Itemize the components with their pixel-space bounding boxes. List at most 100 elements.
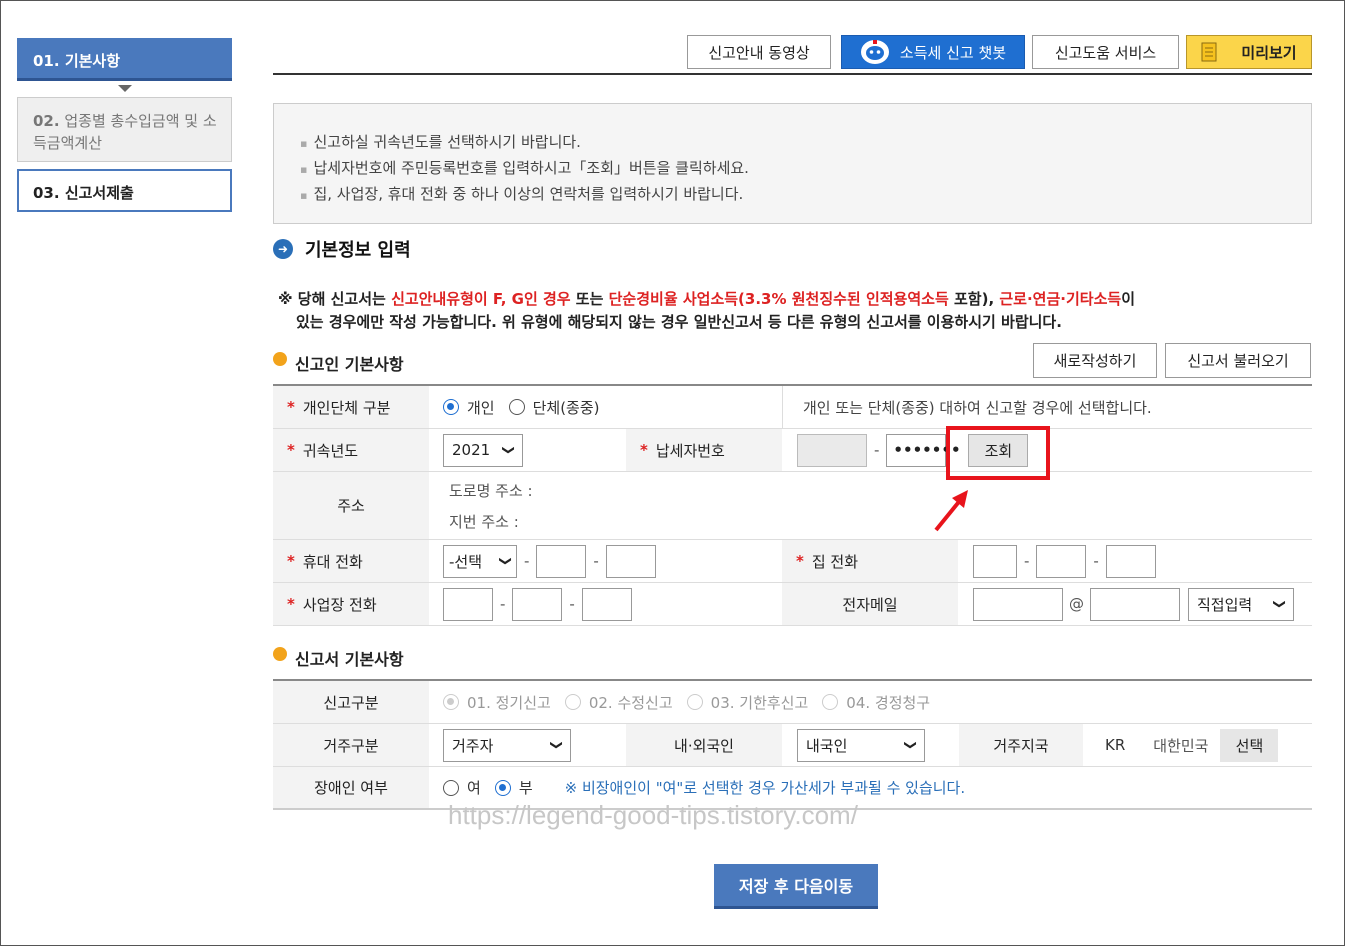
select-value: 2021 <box>452 441 491 459</box>
radio-late[interactable] <box>686 694 703 710</box>
radio-individual[interactable] <box>443 399 459 415</box>
step-label: 기본사항 <box>64 52 121 70</box>
load-form-button[interactable]: 신고서 불러오기 <box>1165 343 1311 378</box>
year-cell: 2021 ❯ <box>443 429 523 471</box>
select-value: 내국인 <box>806 736 848 755</box>
sidebar-step-income[interactable]: 02. 업종별 총수입금액 및 소득금액계산 <box>17 97 232 162</box>
region-code: KR <box>1105 736 1126 754</box>
home-last-input[interactable] <box>1105 544 1156 578</box>
field-label: 내·외국인 <box>626 724 782 766</box>
email-domain-input[interactable] <box>1090 587 1180 621</box>
field-label: 전자메일 <box>782 583 958 625</box>
mobile-cell: -선택 ❯ - - <box>443 540 656 582</box>
notice-highlight: 근로·연금·기타소득 <box>999 290 1122 308</box>
field-label: 주소 <box>273 472 429 539</box>
filer-type-row: * 개인단체 구분 개인 단체(종중) 개인 또는 단체(종중) 대하여 신고할 … <box>273 386 1312 429</box>
field-label: * 개인단체 구분 <box>273 386 429 428</box>
field-label: * 납세자번호 <box>626 429 782 471</box>
biz-mid-input[interactable] <box>512 587 563 621</box>
chevron-down-icon: ❯ <box>498 555 513 567</box>
bullet-icon <box>273 352 287 366</box>
email-at: @ <box>1069 595 1084 613</box>
label-text: 귀속년도 <box>302 441 359 460</box>
field-label: * 사업장 전화 <box>273 583 429 625</box>
filer-type-description: 개인 또는 단체(종중) 대하여 신고할 경우에 선택합니다. <box>782 386 1312 428</box>
report-kind-row: 신고구분 01. 정기신고 02. 수정신고 03. 기한후신고 04. 경정청… <box>273 681 1312 724</box>
select-value: 거주자 <box>452 736 494 755</box>
email-cell: @ 직접입력 ❯ <box>973 583 1294 625</box>
mobile-last-input[interactable] <box>605 544 656 578</box>
step-down-arrow-icon <box>118 85 132 92</box>
biz-last-input[interactable] <box>581 587 632 621</box>
year-select[interactable]: 2021 ❯ <box>443 433 523 467</box>
field-label: 신고구분 <box>273 681 429 723</box>
step-label: 신고서제출 <box>64 184 134 202</box>
radio-correction[interactable] <box>822 694 839 710</box>
radio-label: 03. 기한후신고 <box>710 693 809 712</box>
notice-text: 있는 경우에만 작성 가능합니다. 위 유형에 해당되지 않는 경우 일반신고서… <box>296 313 1062 331</box>
region-cell: KR 대한민국 선택 <box>1083 724 1312 766</box>
taxid-back-input[interactable]: ••••••• <box>886 433 961 467</box>
help-service-button[interactable]: 신고도움 서비스 <box>1032 35 1179 69</box>
national-select[interactable]: 내국인 ❯ <box>797 728 925 762</box>
mobile-mid-input[interactable] <box>536 544 587 578</box>
report-kind-radios: 01. 정기신고 02. 수정신고 03. 기한후신고 04. 경정청구 <box>443 681 944 723</box>
phone-row: * 휴대 전화 -선택 ❯ - - * 집 전화 - - <box>273 540 1312 583</box>
mobile-prefix-select[interactable]: -선택 ❯ <box>443 544 517 578</box>
dash: - <box>1093 552 1099 570</box>
field-label: * 귀속년도 <box>273 429 429 471</box>
chevron-down-icon: ❯ <box>501 444 516 456</box>
sidebar-step-basic[interactable]: 01. 기본사항 <box>17 38 232 81</box>
chatbot-icon <box>860 40 889 64</box>
radio-disabled-yes[interactable] <box>443 779 459 796</box>
dash: - <box>874 441 880 459</box>
step-label: 업종별 총수입금액 및 소득금액계산 <box>33 112 217 152</box>
residency-row: 거주구분 거주자 ❯ 내·외국인 내국인 ❯ 거주지국 KR 대한민국 선택 <box>273 724 1312 767</box>
taxid-front-input[interactable] <box>797 433 867 467</box>
notice-text: 또는 <box>570 290 609 308</box>
notice-text: 포함), <box>948 290 1000 308</box>
label-text: 집 전화 <box>811 552 859 571</box>
filer-section-title: 신고인 기본사항 <box>273 351 404 375</box>
report-title-text: 신고서 기본사항 <box>295 650 404 669</box>
preview-button[interactable]: 미리보기 <box>1186 35 1312 69</box>
instruction-item: 신고하실 귀속년도를 선택하시기 바랍니다. <box>300 130 1311 156</box>
email-id-input[interactable] <box>973 587 1063 621</box>
step-number: 03. <box>33 184 60 202</box>
chevron-down-icon: ❯ <box>903 739 918 751</box>
radio-group[interactable] <box>508 399 525 415</box>
chatbot-label: 소득세 신고 챗봇 <box>899 43 1007 62</box>
region-select-button[interactable]: 선택 <box>1220 728 1279 762</box>
home-area-input[interactable] <box>973 544 1017 578</box>
radio-regular[interactable] <box>443 694 459 710</box>
notice-text: 이 <box>1121 290 1135 308</box>
section-title-text: 기본정보 입력 <box>305 240 411 261</box>
save-next-button[interactable]: 저장 후 다음이동 <box>714 864 878 909</box>
eligibility-notice: ※ 당해 신고서는 신고안내유형이 F, G인 경우 또는 단순경비율 사업소득… <box>278 288 1298 334</box>
national-cell: 내국인 ❯ <box>797 724 925 766</box>
dash: - <box>1024 552 1030 570</box>
field-label: 거주지국 <box>959 724 1083 766</box>
arrow-up-right-icon <box>934 490 968 532</box>
address-row: 주소 도로명 주소 : 지번 주소 : <box>273 472 1312 540</box>
step-number: 01. <box>33 52 60 70</box>
resident-select[interactable]: 거주자 ❯ <box>443 728 571 762</box>
sidebar-step-submit[interactable]: 03. 신고서제출 <box>17 169 232 212</box>
chatbot-button[interactable]: 소득세 신고 챗봇 <box>841 35 1025 69</box>
select-value: 직접입력 <box>1197 595 1253 614</box>
field-label: 거주구분 <box>273 724 429 766</box>
biz-area-input[interactable] <box>443 587 493 621</box>
new-form-button[interactable]: 새로작성하기 <box>1033 343 1157 378</box>
home-mid-input[interactable] <box>1036 544 1087 578</box>
radio-label: 단체(종중) <box>532 398 600 417</box>
chevron-down-icon: ❯ <box>1272 598 1287 610</box>
guide-video-button[interactable]: 신고안내 동영상 <box>687 35 831 69</box>
instruction-box: 신고하실 귀속년도를 선택하시기 바랍니다. 납세자번호에 주민등록번호를 입력… <box>273 103 1312 224</box>
watermark-url: https://legend-good-tips.tistory.com/ <box>448 800 858 830</box>
resident-cell: 거주자 ❯ <box>443 724 571 766</box>
filer-type-radios: 개인 단체(종중) <box>443 386 614 428</box>
email-domain-select[interactable]: 직접입력 ❯ <box>1188 587 1294 621</box>
radio-disabled-no[interactable] <box>494 779 511 796</box>
radio-amended[interactable] <box>564 694 581 710</box>
dash: - <box>593 552 599 570</box>
